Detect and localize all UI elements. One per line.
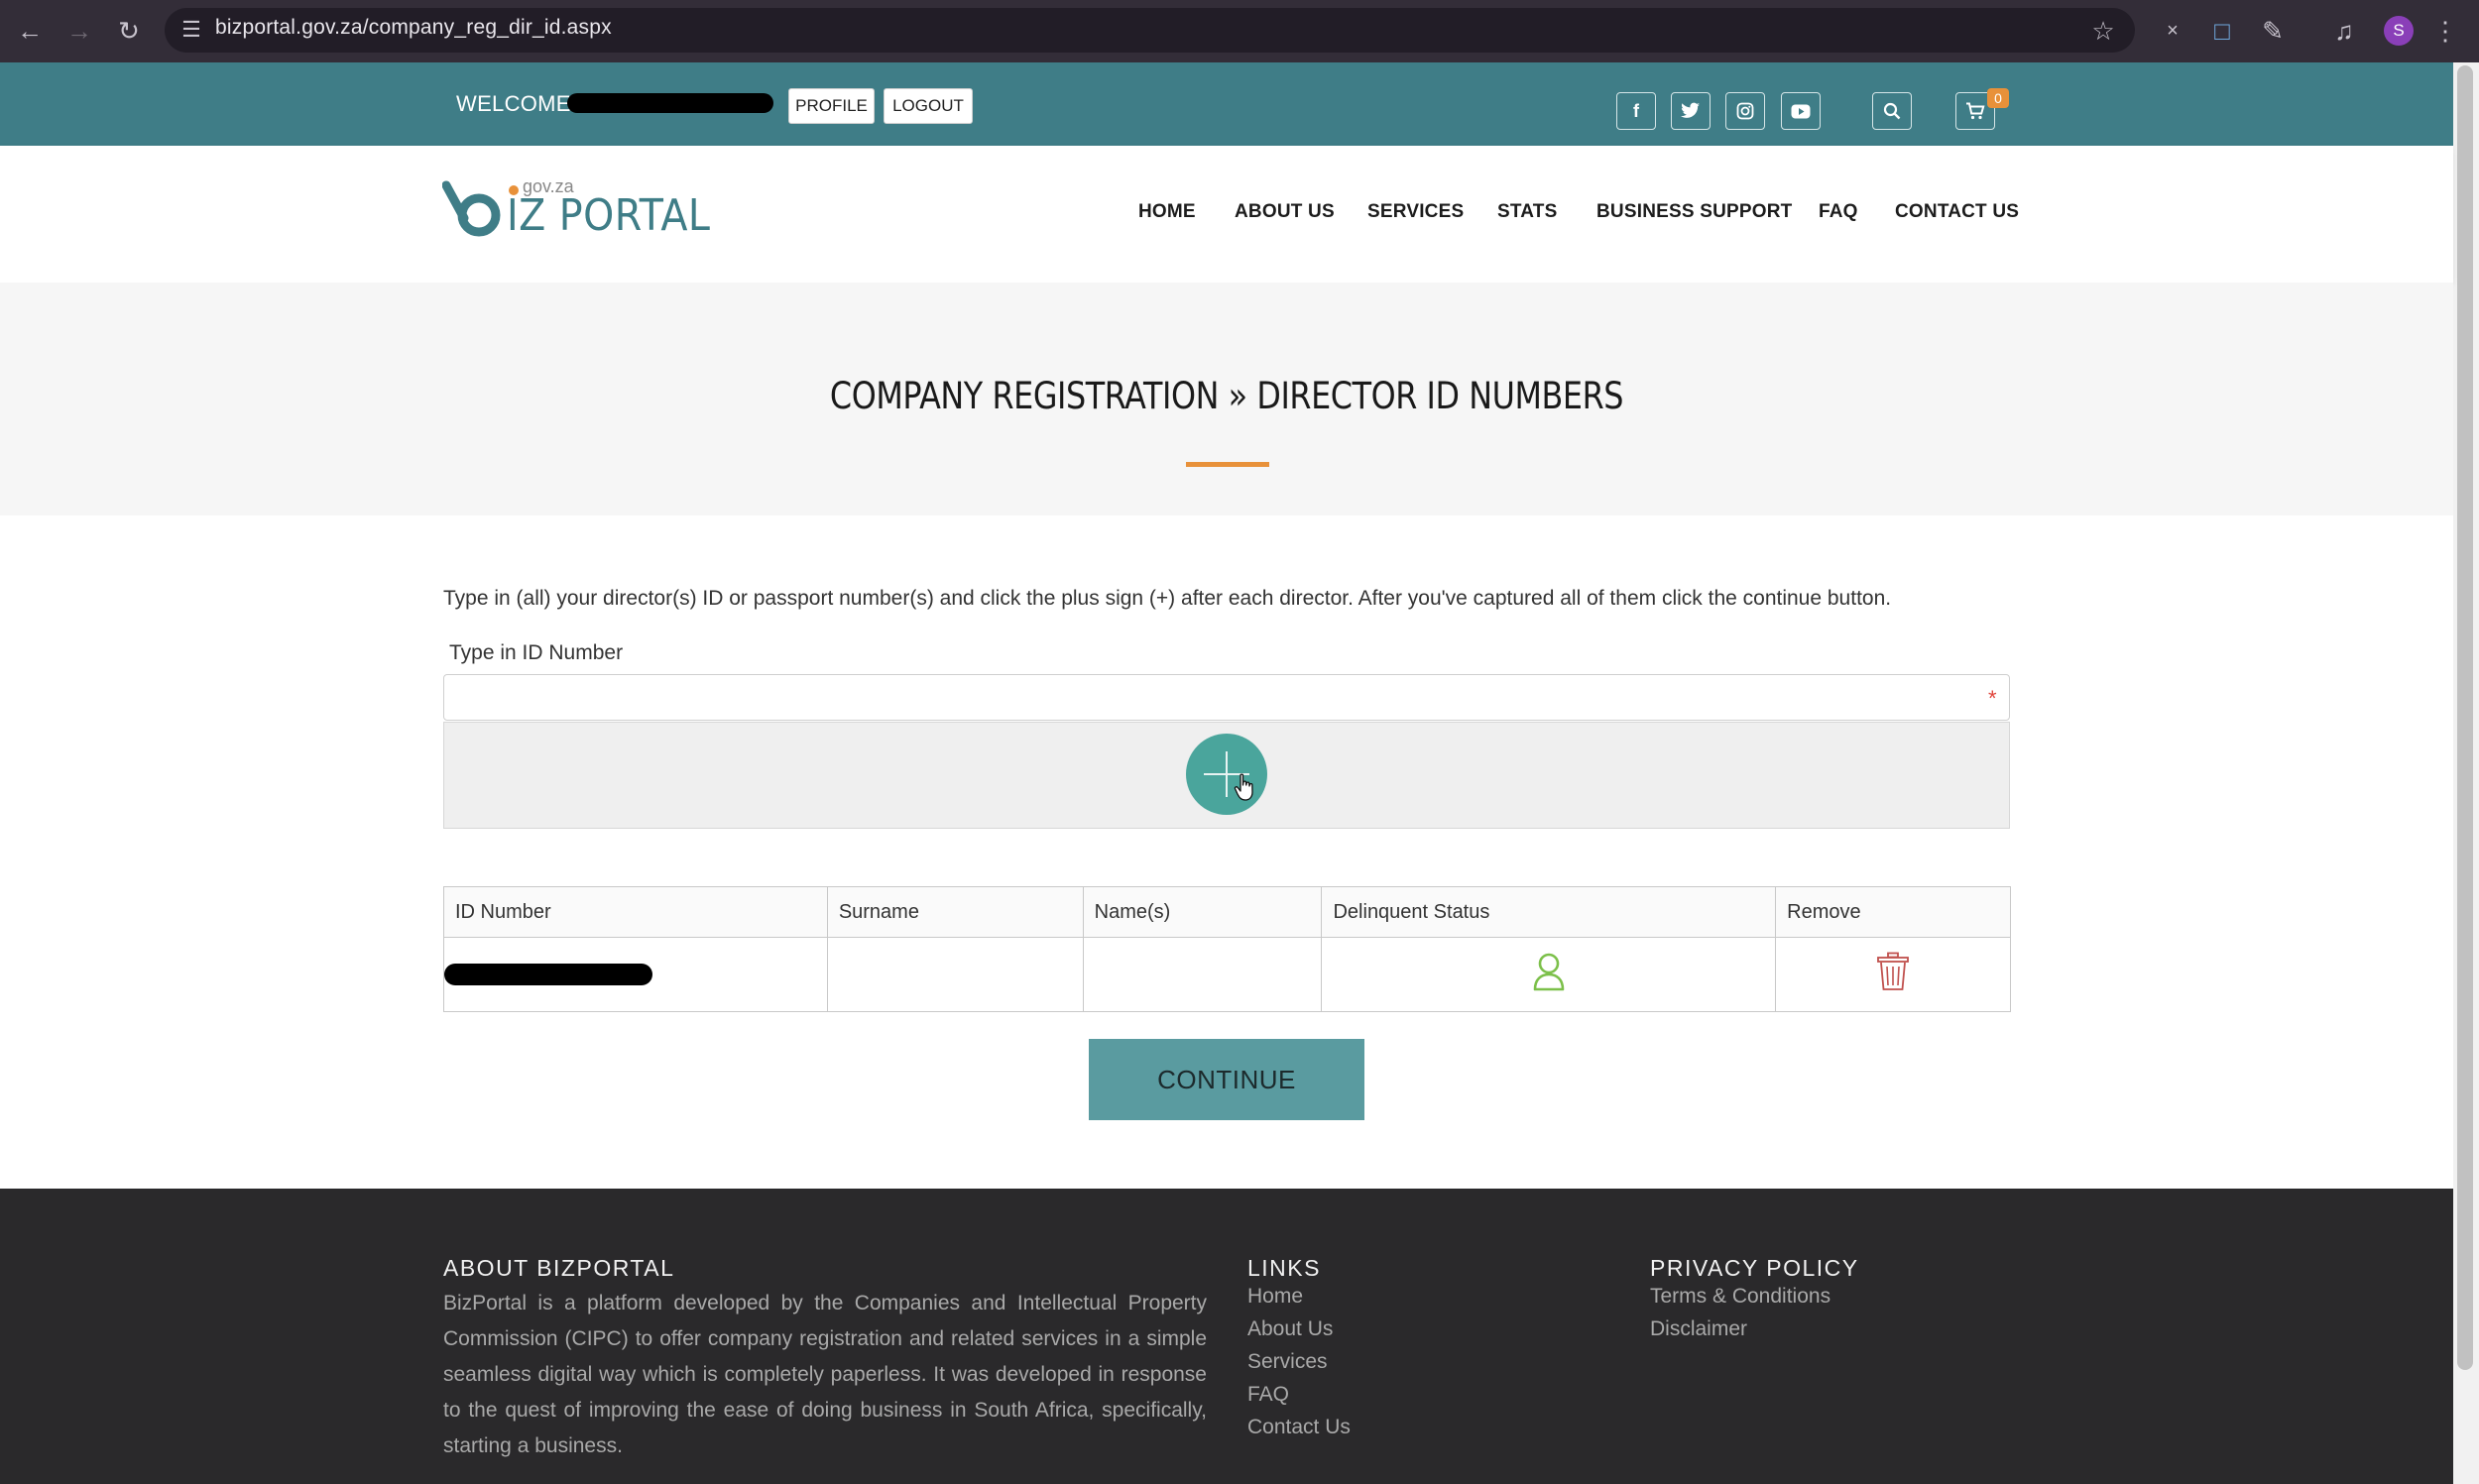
header-surname: Surname	[826, 886, 1084, 938]
cell-remove	[1775, 937, 2011, 1012]
bookmark-star-icon[interactable]: ☆	[2086, 14, 2120, 48]
extensions-puzzle-icon[interactable]: ✎	[2256, 14, 2290, 48]
forward-icon[interactable]: →	[62, 14, 96, 48]
redacted-id-number	[444, 964, 652, 985]
youtube-icon[interactable]	[1781, 92, 1821, 130]
table-header-row: ID Number Surname Name(s) Delinquent Sta…	[443, 886, 2011, 938]
instagram-icon[interactable]	[1725, 92, 1765, 130]
logout-button[interactable]: LOGOUT	[884, 88, 973, 124]
redacted-username	[567, 93, 773, 113]
id-number-label: Type in ID Number	[449, 641, 624, 664]
site-header	[0, 146, 2453, 283]
welcome-text: WELCOME	[456, 91, 571, 116]
header-names: Name(s)	[1082, 886, 1323, 938]
table-row	[443, 937, 2011, 1012]
footer-about-heading: ABOUT BIZPORTAL	[443, 1255, 675, 1281]
twitter-icon[interactable]	[1671, 92, 1711, 130]
back-icon[interactable]: ←	[13, 14, 47, 48]
footer-privacy-heading: PRIVACY POLICY	[1650, 1255, 1859, 1281]
browser-toolbar: ← → ↻ ☰ bizportal.gov.za/company_reg_dir…	[0, 0, 2479, 62]
nav-stats[interactable]: STATS	[1497, 201, 1557, 223]
cell-delinquent-status	[1321, 937, 1777, 1012]
footer-links-heading: LINKS	[1247, 1255, 1321, 1281]
footer-link-disclaimer[interactable]: Disclaimer	[1650, 1317, 1747, 1341]
extension-x-icon[interactable]: ×	[2156, 14, 2189, 48]
header-id-number: ID Number	[443, 886, 828, 938]
extension-book-icon[interactable]: □	[2205, 14, 2239, 48]
search-icon[interactable]	[1872, 92, 1912, 130]
header-remove: Remove	[1775, 886, 2011, 938]
profile-avatar[interactable]: S	[2384, 16, 2414, 46]
media-control-icon[interactable]: ♫	[2327, 14, 2361, 48]
nav-faq[interactable]: FAQ	[1819, 201, 1858, 223]
logo-text: IZ PORTAL	[507, 190, 711, 241]
footer-link-services[interactable]: Services	[1247, 1350, 1328, 1374]
instructions-text: Type in (all) your director(s) ID or pas…	[443, 587, 1892, 610]
facebook-icon[interactable]: f	[1616, 92, 1656, 130]
site-info-icon[interactable]: ☰	[175, 13, 208, 47]
url-text[interactable]: bizportal.gov.za/company_reg_dir_id.aspx	[215, 16, 612, 40]
footer-link-about-us[interactable]: About Us	[1247, 1317, 1333, 1341]
trash-icon[interactable]	[1876, 952, 1910, 996]
profile-button[interactable]: PROFILE	[788, 88, 875, 124]
id-number-input[interactable]	[443, 674, 2010, 721]
header-delinquent-status: Delinquent Status	[1321, 886, 1777, 938]
footer-link-contact-us[interactable]: Contact Us	[1247, 1416, 1351, 1439]
cell-id-number	[443, 937, 828, 1012]
footer-link-terms[interactable]: Terms & Conditions	[1650, 1285, 1830, 1309]
nav-about-us[interactable]: ABOUT US	[1235, 201, 1335, 223]
footer-about-text: BizPortal is a platform developed by the…	[443, 1292, 1207, 1457]
required-asterisk: *	[1988, 686, 1997, 711]
footer-link-home[interactable]: Home	[1247, 1285, 1303, 1309]
cell-names	[1082, 937, 1323, 1012]
continue-button[interactable]: CONTINUE	[1089, 1039, 1364, 1120]
cart-count-badge: 0	[1987, 88, 2009, 108]
title-underline	[1186, 462, 1269, 467]
scrollbar-thumb[interactable]	[2457, 65, 2473, 1370]
top-bar	[0, 62, 2453, 146]
reload-icon[interactable]: ↻	[112, 14, 146, 48]
directors-table: ID Number Surname Name(s) Delinquent Sta…	[443, 886, 2011, 1012]
nav-home[interactable]: HOME	[1138, 201, 1196, 223]
page-title: COMPANY REGISTRATION » DIRECTOR ID NUMBE…	[829, 375, 1624, 417]
footer-link-faq[interactable]: FAQ	[1247, 1383, 1289, 1407]
site-footer	[0, 1189, 2453, 1484]
user-status-icon	[1532, 953, 1566, 996]
browser-menu-icon[interactable]: ⋮	[2428, 14, 2462, 48]
hand-cursor-icon	[1234, 773, 1257, 803]
nav-business-support[interactable]: BUSINESS SUPPORT	[1596, 201, 1792, 223]
cell-surname	[826, 937, 1084, 1012]
nav-services[interactable]: SERVICES	[1367, 201, 1464, 223]
nav-contact-us[interactable]: CONTACT US	[1895, 201, 2019, 223]
